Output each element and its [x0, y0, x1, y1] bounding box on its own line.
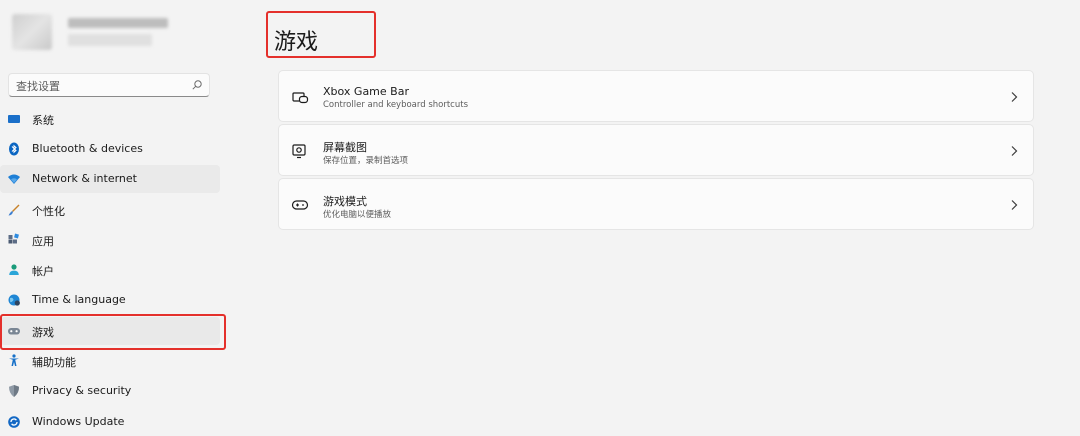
chevron-right-icon	[1011, 92, 1018, 102]
sidebar-item-label: Privacy & security	[32, 384, 132, 397]
chevron-right-icon	[1011, 146, 1018, 156]
gamepad-icon	[8, 328, 20, 335]
sidebar-item-system[interactable]: 系统	[0, 105, 220, 133]
monitor-icon	[8, 115, 20, 123]
sidebar-item-label: 辅助功能	[32, 356, 76, 369]
update-icon	[8, 416, 20, 428]
sidebar-item-bluetooth[interactable]: Bluetooth & devices	[0, 135, 220, 163]
person-icon	[9, 264, 19, 275]
globe-clock-icon	[8, 294, 20, 306]
accessibility-icon	[9, 354, 19, 366]
sidebar-item-gaming[interactable]: 游戏	[0, 317, 220, 345]
search-input[interactable]: 查找设置	[16, 78, 60, 94]
card-subtitle: 优化电脑以便播放	[323, 210, 392, 220]
chevron-right-icon	[1011, 200, 1018, 210]
page-title: 游戏	[274, 30, 319, 55]
card-title: 游戏模式	[323, 195, 367, 208]
card-captures[interactable]: 屏幕截图 保存位置，录制首选项	[278, 124, 1034, 176]
brush-icon	[8, 204, 20, 216]
sidebar-item-privacy-security[interactable]: Privacy & security	[0, 377, 220, 405]
apps-icon	[8, 233, 19, 244]
wifi-icon	[8, 174, 20, 184]
sidebar-item-label: Network & internet	[32, 172, 137, 185]
sidebar-item-network[interactable]: Network & internet	[0, 165, 220, 193]
card-subtitle: Controller and keyboard shortcuts	[323, 100, 468, 110]
shield-icon	[9, 385, 19, 397]
account-info[interactable]	[12, 14, 172, 50]
sidebar-item-time-language[interactable]: Time & language	[0, 286, 220, 314]
avatar[interactable]	[12, 14, 52, 50]
sidebar-item-windows-update[interactable]: Windows Update	[0, 408, 220, 436]
sidebar-item-accounts[interactable]: 帐户	[0, 256, 220, 284]
card-subtitle: 保存位置，录制首选项	[323, 156, 409, 166]
card-title: Xbox Game Bar	[323, 85, 409, 98]
card-game-mode[interactable]: 游戏模式 优化电脑以便播放	[278, 178, 1034, 230]
sidebar-item-personalization[interactable]: 个性化	[0, 196, 220, 224]
sidebar-item-apps[interactable]: 应用	[0, 226, 220, 254]
sidebar-item-label: 帐户	[32, 265, 54, 278]
capture-icon	[292, 144, 306, 159]
sidebar-item-label: 个性化	[32, 205, 65, 218]
search-box[interactable]: 查找设置	[8, 73, 210, 97]
search-icon[interactable]	[191, 79, 203, 91]
sidebar-item-label: 应用	[32, 235, 54, 248]
sidebar-item-label: 游戏	[32, 326, 54, 339]
bluetooth-icon	[9, 142, 19, 156]
sidebar-item-label: Windows Update	[32, 415, 125, 428]
card-xbox-game-bar[interactable]: Xbox Game Bar Controller and keyboard sh…	[278, 70, 1034, 122]
account-email-redacted	[68, 34, 152, 46]
sidebar-item-accessibility[interactable]: 辅助功能	[0, 347, 220, 375]
account-name-redacted	[68, 18, 168, 28]
sidebar-item-label: Bluetooth & devices	[32, 142, 143, 155]
game-mode-icon	[291, 200, 309, 210]
sidebar-item-label: Time & language	[32, 293, 126, 306]
game-bar-icon	[292, 92, 309, 104]
sidebar-item-label: 系统	[32, 114, 54, 127]
sidebar: 查找设置 系统 Bluetooth & devices Network & in…	[0, 0, 232, 434]
card-title: 屏幕截图	[323, 141, 367, 154]
